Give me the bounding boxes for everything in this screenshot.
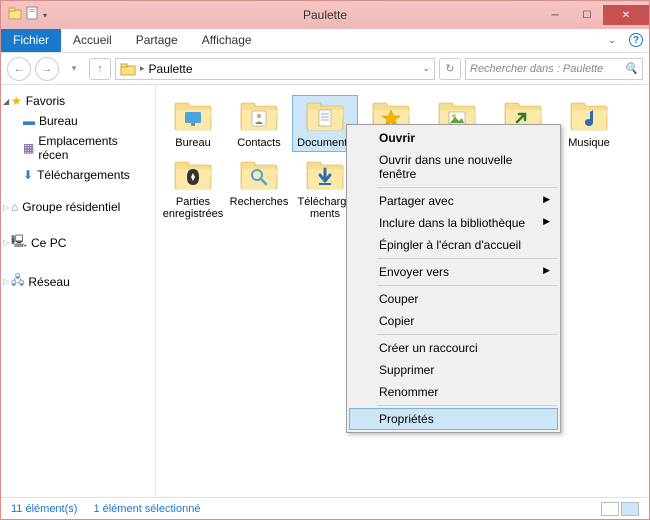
nav-item-emplacements[interactable]: ▦Emplacements récen (1, 131, 155, 165)
menu-item[interactable]: Partager avec▶ (349, 190, 558, 212)
status-selected: 1 élément sélectionné (93, 503, 200, 515)
folder-label: Bureau (175, 137, 210, 150)
window-title: Paulette (303, 8, 347, 22)
menu-item[interactable]: Envoyer vers▶ (349, 261, 558, 283)
qat-icon[interactable] (7, 5, 23, 26)
folder-icon (120, 61, 136, 77)
breadcrumb-location: Paulette (149, 62, 193, 76)
nav-network[interactable]: ▷🖧Réseau (1, 268, 155, 295)
menu-separator (377, 334, 557, 335)
nav-item-telechargements[interactable]: ⬇Téléchargements (1, 165, 155, 185)
help-icon[interactable]: ? (629, 33, 643, 47)
folder-icon (171, 156, 215, 196)
folder-item-games[interactable]: Parties enregistrées (160, 154, 226, 223)
menu-item[interactable]: Propriétés (349, 408, 558, 430)
folder-label: Parties enregistrées (162, 196, 224, 221)
view-icons-button[interactable] (621, 502, 639, 516)
search-icon: 🔍 (624, 62, 638, 75)
menu-separator (377, 187, 557, 188)
menu-item[interactable]: Créer un raccourci (349, 337, 558, 359)
menu-item[interactable]: Inclure dans la bibliothèque▶ (349, 212, 558, 234)
tab-partage[interactable]: Partage (124, 29, 190, 52)
folder-icon (303, 97, 347, 137)
statusbar: 11 élément(s) 1 élément sélectionné (1, 497, 649, 519)
breadcrumb[interactable]: ▸ Paulette ⌄ (115, 58, 435, 80)
ribbon-expand-icon[interactable]: ⌄ (601, 29, 623, 52)
menu-item[interactable]: Épingler à l'écran d'accueil (349, 234, 558, 256)
folder-label: Musique (568, 137, 610, 150)
menu-separator (377, 405, 557, 406)
search-input[interactable]: Rechercher dans : Paulette 🔍 (465, 58, 643, 80)
menu-item[interactable]: Renommer (349, 381, 558, 403)
titlebar: ▾ Paulette ─ ☐ ✕ (1, 1, 649, 29)
nav-recent-button[interactable]: ▾ (63, 58, 85, 80)
folder-label: Documents (297, 137, 353, 150)
folder-label: Contacts (237, 137, 280, 150)
breadcrumb-dropdown-icon[interactable]: ⌄ (422, 63, 430, 74)
nav-thispc[interactable]: ▷🖳Ce PC (1, 229, 155, 256)
navbar: ← → ▾ ↑ ▸ Paulette ⌄ ↻ Rechercher dans :… (1, 53, 649, 85)
menu-item[interactable]: Ouvrir (349, 127, 558, 149)
tab-fichier[interactable]: Fichier (1, 29, 61, 52)
submenu-arrow-icon: ▶ (543, 265, 550, 276)
folder-icon (237, 97, 281, 137)
qat-icon[interactable] (25, 5, 41, 26)
tab-affichage[interactable]: Affichage (190, 29, 264, 52)
folder-item-music[interactable]: Musique (556, 95, 622, 152)
view-details-button[interactable] (601, 502, 619, 516)
folder-item-contacts[interactable]: Contacts (226, 95, 292, 152)
nav-back-button[interactable]: ← (7, 57, 31, 81)
context-menu: OuvrirOuvrir dans une nouvelle fenêtre Pa… (346, 124, 561, 433)
nav-forward-button[interactable]: → (35, 57, 59, 81)
qat-dropdown-icon[interactable]: ▾ (43, 11, 47, 20)
ribbon: Fichier Accueil Partage Affichage ⌄ ? (1, 29, 649, 53)
menu-item[interactable]: Copier (349, 310, 558, 332)
folder-icon (567, 97, 611, 137)
menu-item[interactable]: Supprimer (349, 359, 558, 381)
nav-homegroup[interactable]: ▷⌂Groupe résidentiel (1, 197, 155, 217)
folder-label: Recherches (230, 196, 289, 209)
folder-icon (237, 156, 281, 196)
close-button[interactable]: ✕ (603, 5, 649, 25)
nav-up-button[interactable]: ↑ (89, 58, 111, 80)
status-count: 11 élément(s) (11, 503, 77, 515)
menu-separator (377, 258, 557, 259)
nav-item-bureau[interactable]: ▬Bureau (1, 111, 155, 131)
search-placeholder: Rechercher dans : Paulette (470, 63, 603, 75)
minimize-button[interactable]: ─ (539, 5, 571, 25)
submenu-arrow-icon: ▶ (543, 216, 550, 227)
folder-item-desktop[interactable]: Bureau (160, 95, 226, 152)
tab-accueil[interactable]: Accueil (61, 29, 124, 52)
menu-item[interactable]: Ouvrir dans une nouvelle fenêtre (349, 149, 558, 185)
folder-icon (303, 156, 347, 196)
submenu-arrow-icon: ▶ (543, 194, 550, 205)
nav-favorites[interactable]: ◢★Favoris (1, 91, 155, 111)
nav-pane: ◢★Favoris ▬Bureau ▦Emplacements récen ⬇T… (1, 85, 156, 497)
maximize-button[interactable]: ☐ (571, 5, 603, 25)
menu-item[interactable]: Couper (349, 288, 558, 310)
folder-icon (171, 97, 215, 137)
refresh-button[interactable]: ↻ (439, 58, 461, 80)
menu-separator (377, 285, 557, 286)
folder-item-search[interactable]: Recherches (226, 154, 292, 223)
